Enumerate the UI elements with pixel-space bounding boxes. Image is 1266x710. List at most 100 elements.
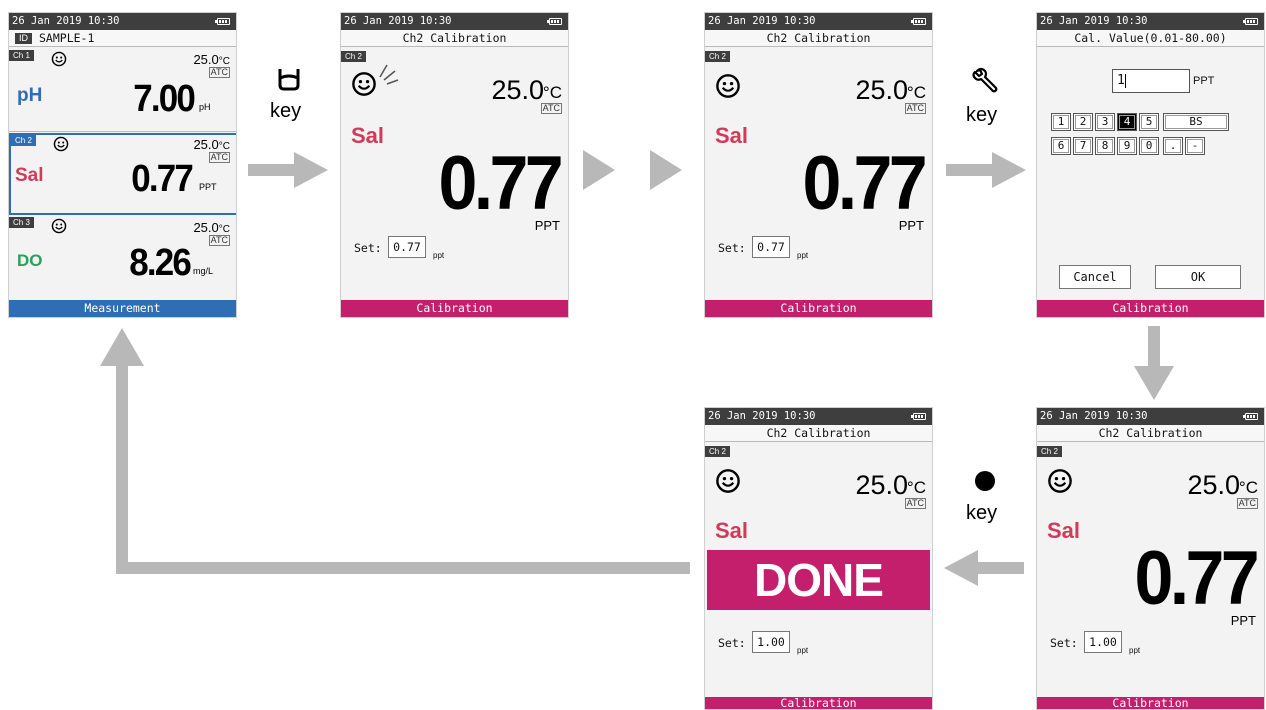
screen-title: Ch2 Calibration <box>1037 425 1264 442</box>
cancel-button[interactable]: Cancel <box>1059 265 1131 289</box>
smiley-icon <box>716 74 740 98</box>
atc-badge: ATC <box>1236 498 1258 509</box>
mode-footer: Calibration <box>1037 697 1264 709</box>
sample-id: SAMPLE-1 <box>39 31 95 45</box>
reading-unit: pH <box>199 102 211 112</box>
set-unit: ppt <box>797 646 809 655</box>
key-7[interactable]: 7 <box>1073 137 1093 155</box>
beaker-icon <box>278 69 300 91</box>
set-unit: ppt <box>433 251 445 260</box>
key-decimal[interactable]: . <box>1163 137 1183 155</box>
smiley-icon <box>53 136 69 152</box>
key-2[interactable]: 2 <box>1073 113 1093 131</box>
next-arrow <box>583 150 615 190</box>
reading-unit: PPT <box>898 218 924 233</box>
reading-unit: PPT <box>534 218 560 233</box>
channel-tag: Ch 2 <box>341 51 366 62</box>
set-label: Set: <box>354 241 382 255</box>
datetime: 26 Jan 2019 10:30 <box>1040 410 1148 422</box>
status-bar: 26 Jan 2019 10:30 <box>1037 408 1264 425</box>
left-arrow <box>944 550 1024 586</box>
key-1[interactable]: 1 <box>1051 113 1071 131</box>
mode-footer: Calibration <box>1037 300 1264 317</box>
key-0[interactable]: 0 <box>1139 137 1159 155</box>
temperature: 25.0 <box>1187 470 1240 500</box>
param-label: Sal <box>15 165 44 186</box>
key-minus[interactable]: - <box>1185 137 1205 155</box>
set-unit: ppt <box>797 251 809 260</box>
temperature-unit: °C <box>1238 478 1258 497</box>
mode-footer: Calibration <box>705 300 932 317</box>
status-bar: 26 Jan 2019 10:30 <box>705 408 932 425</box>
return-arrow <box>100 328 690 574</box>
status-bar: 26 Jan 2019 10:30 <box>9 13 236 30</box>
param-label: Sal <box>351 123 385 148</box>
atc-badge: ATC <box>208 152 230 163</box>
wrench-icon <box>972 67 998 93</box>
key-4[interactable]: 4 <box>1117 113 1137 131</box>
reading-unit: mg/L <box>193 266 214 276</box>
key-label: key <box>270 100 302 122</box>
battery-icon <box>911 18 926 25</box>
channel-tag: Ch 3 <box>9 217 34 228</box>
channel-tag: Ch 2 <box>1037 446 1062 457</box>
key-3[interactable]: 3 <box>1095 113 1115 131</box>
battery-icon <box>911 413 926 420</box>
channel-2-panel[interactable]: Ch 2 25.0°C ATC Sal 0.77 PPT <box>9 133 236 215</box>
smiley-icon <box>51 218 67 234</box>
set-value: 0.77 <box>752 236 790 258</box>
atc-badge: ATC <box>904 498 926 509</box>
set-value: 1.00 <box>752 631 790 653</box>
reading-unit: PPT <box>1230 613 1256 628</box>
key-6[interactable]: 6 <box>1051 137 1071 155</box>
battery-icon <box>547 18 562 25</box>
param-label: DO <box>17 251 43 270</box>
temperature-unit: °C <box>906 83 926 102</box>
key-8[interactable]: 8 <box>1095 137 1115 155</box>
smiley-icon <box>352 72 376 96</box>
key-backspace[interactable]: BS <box>1163 113 1229 131</box>
channel-3-panel[interactable]: Ch 3 25.0°C ATC DO 8.26 mg/L <box>9 217 236 299</box>
temperature: 25.0 <box>855 470 908 500</box>
param-label: Sal <box>715 518 749 543</box>
key-5[interactable]: 5 <box>1139 113 1159 131</box>
key-9[interactable]: 9 <box>1117 137 1137 155</box>
smiley-icon <box>716 469 740 493</box>
dot-icon <box>975 471 995 491</box>
datetime: 26 Jan 2019 10:30 <box>12 15 120 27</box>
channel-tag: Ch 2 <box>705 51 730 62</box>
set-label: Set: <box>718 241 746 255</box>
mode-footer: Calibration <box>341 300 568 317</box>
reading-value: 0.77 <box>802 141 928 226</box>
datetime: 26 Jan 2019 10:30 <box>708 410 816 422</box>
temperature-unit: °C <box>906 478 926 497</box>
channel-1-panel[interactable]: Ch 1 25.0°C ATC pH 7.00 pH <box>9 48 236 131</box>
atc-badge: ATC <box>540 103 562 114</box>
set-value: 0.77 <box>388 236 426 258</box>
ok-button[interactable]: OK <box>1155 265 1241 289</box>
param-label: pH <box>17 85 43 106</box>
down-arrow <box>1134 326 1174 400</box>
measurement-screen: 26 Jan 2019 10:30 ID SAMPLE-1 Ch 1 25.0°… <box>8 12 237 318</box>
reading-value: 0.77 <box>438 141 564 226</box>
set-label: Set: <box>718 636 746 650</box>
id-tag: ID <box>15 33 32 44</box>
temperature: 25.0°C <box>193 137 230 152</box>
reading-value: 7.00 <box>133 78 196 120</box>
cal-value-input[interactable]: 1 <box>1112 69 1190 93</box>
reading-value: 0.77 <box>1134 536 1260 621</box>
param-label: Sal <box>1047 518 1081 543</box>
reading-value: 8.26 <box>129 242 192 284</box>
divider <box>9 131 236 132</box>
mode-footer: Measurement <box>9 300 236 317</box>
status-bar: 26 Jan 2019 10:30 <box>341 13 568 30</box>
battery-icon <box>1243 18 1258 25</box>
channel-tag: Ch 2 <box>11 135 36 146</box>
reading-value: 0.77 <box>131 158 194 200</box>
temperature: 25.0°C <box>193 52 230 67</box>
status-bar: 26 Jan 2019 10:30 <box>1037 13 1264 30</box>
atc-badge: ATC <box>208 67 230 78</box>
done-banner: DONE <box>707 550 930 610</box>
right-arrow <box>946 152 1026 188</box>
right-arrow <box>248 152 328 188</box>
